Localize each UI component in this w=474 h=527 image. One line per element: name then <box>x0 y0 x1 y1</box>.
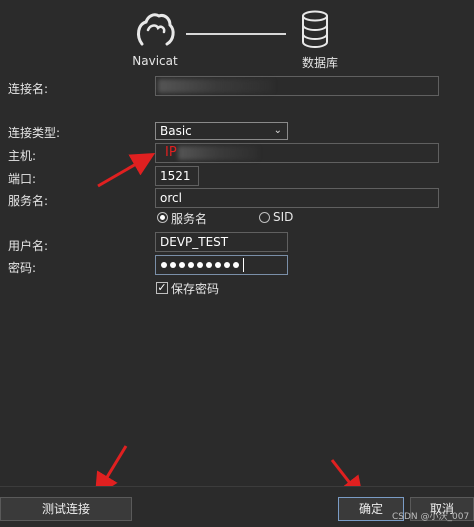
watermark: CSDN @小沃_007 <box>392 512 470 522</box>
annotation-arrows <box>94 153 364 501</box>
test-connection-button[interactable]: 测试连接 <box>0 497 132 521</box>
arrow-to-host <box>97 153 156 188</box>
